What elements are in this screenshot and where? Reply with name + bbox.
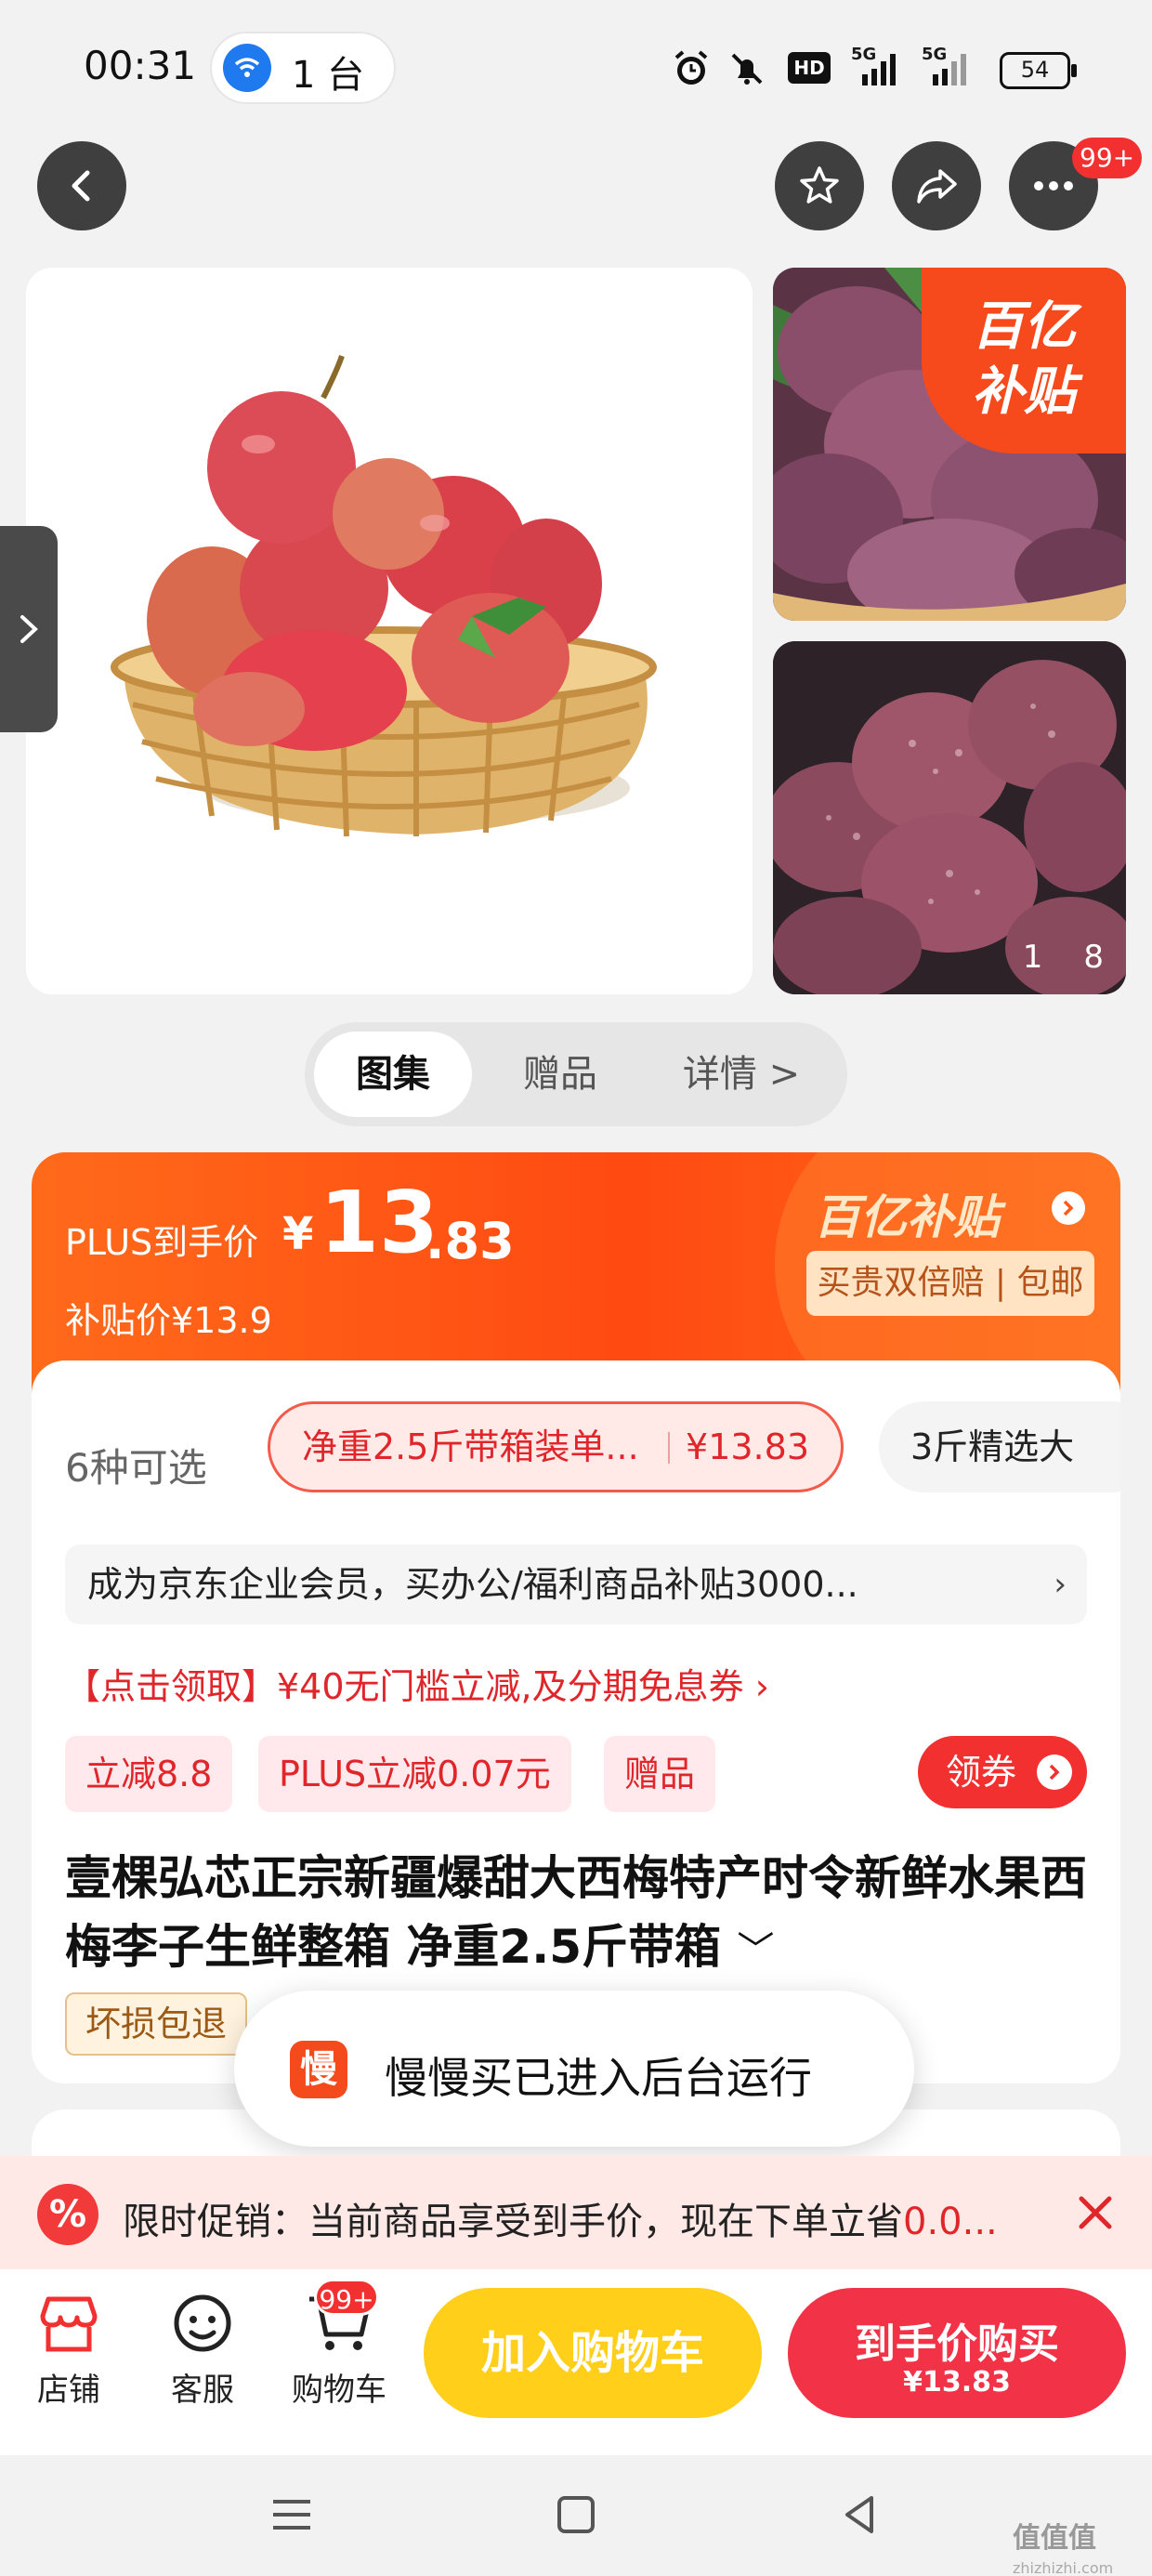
- option-count[interactable]: 6种可选: [65, 1437, 207, 1493]
- toast-message: 慢慢买已进入后台运行: [385, 2053, 812, 2103]
- price-card: PLUS到手价 ¥ 13 .83 补贴价¥13.9 百亿补贴 买贵双倍赔 | 包…: [32, 1152, 1120, 2083]
- plus-price-label: PLUS到手价: [65, 1222, 259, 1263]
- back-arrow-icon: [72, 170, 90, 202]
- coupon-claim-link[interactable]: 【点击领取】¥40无门槛立减,及分期免息券 ›: [65, 1658, 769, 1709]
- customer-service-label: 客服: [171, 2372, 234, 2409]
- price-decimal: .83: [425, 1212, 515, 1270]
- thumbnail-1[interactable]: 百亿 补贴: [773, 268, 1126, 621]
- promo-prefix: 限时促销：当前商品享受到手价，现在下单立省: [123, 2201, 903, 2243]
- gallery-tabs: 图集 赠品 详情 >: [305, 1022, 847, 1126]
- buy-now-price: ¥13.83: [903, 2366, 1011, 2399]
- back-triangle-icon[interactable]: [834, 2489, 886, 2541]
- subsidy-price: 补贴价¥13.9: [65, 1300, 272, 1341]
- shop-icon: [40, 2296, 98, 2352]
- close-icon[interactable]: [1070, 2188, 1120, 2238]
- thumbnail-2[interactable]: 18: [773, 641, 1126, 994]
- shop-label: 店铺: [37, 2372, 100, 2409]
- side-drawer-handle[interactable]: [0, 526, 58, 732]
- product-title: 壹棵弘芯正宗新疆爆甜大西梅特产时令新鲜水果西梅李子生鲜整箱 净重2.5斤带箱 ﹀: [65, 1844, 1087, 1985]
- card-body: 6种可选 净重2.5斤带箱装单... ¥13.83 3斤精选大 成为京东企业会员…: [32, 1360, 1120, 2083]
- back-button[interactable]: [37, 141, 126, 230]
- cart-count-badge: 99+: [314, 2279, 379, 2316]
- pager-current: 1: [1022, 939, 1043, 976]
- expand-title-icon[interactable]: ﹀: [737, 1929, 774, 1972]
- menu-icon[interactable]: [266, 2489, 318, 2541]
- option-chip-selected[interactable]: 净重2.5斤带箱装单... ¥13.83: [268, 1401, 844, 1492]
- add-to-cart-button[interactable]: 加入购物车: [424, 2288, 762, 2418]
- option-chip[interactable]: 3斤精选大: [879, 1401, 1120, 1492]
- price-currency: ¥: [282, 1208, 314, 1260]
- status-bar: 00:31 1 台 HD 5G 5G 54: [0, 0, 1152, 139]
- chat-face-icon: [174, 2294, 231, 2352]
- hotspot-count: 1 台: [292, 54, 365, 97]
- home-icon[interactable]: [550, 2489, 602, 2541]
- hotspot-pill[interactable]: 1 台: [212, 33, 394, 102]
- pager-total: 8: [1083, 939, 1104, 976]
- enterprise-member-row[interactable]: 成为京东企业会员，买办公/福利商品补贴3000... ›: [65, 1544, 1087, 1624]
- tab-details[interactable]: 详情 >: [648, 1032, 834, 1117]
- cart-label: 购物车: [292, 2372, 386, 2409]
- enterprise-member-text: 成为京东企业会员，买办公/福利商品补贴3000...: [87, 1564, 858, 1605]
- get-coupon-button[interactable]: 领券: [918, 1736, 1087, 1808]
- price-integer: 13: [320, 1173, 439, 1272]
- star-icon: [800, 166, 839, 204]
- more-icon: [1034, 181, 1073, 191]
- app-icon: 慢: [290, 2041, 347, 2098]
- signal-5g-label: 5G: [851, 45, 877, 64]
- subsidy-arrow-icon[interactable]: [1052, 1191, 1085, 1225]
- buy-now-label: 到手价购买: [855, 2320, 1059, 2368]
- watermark-sub: zhizhizhi.com: [1013, 2559, 1114, 2576]
- battery-icon: 54: [1000, 52, 1077, 89]
- hd-icon: HD: [788, 52, 831, 84]
- chevron-right-icon: ›: [1054, 1566, 1067, 1603]
- discount-tag: 立减8.8: [65, 1736, 233, 1812]
- subsidy-brand[interactable]: 百亿补贴: [814, 1180, 1000, 1247]
- shop-button[interactable]: 店铺: [13, 2292, 124, 2410]
- promo-text: 限时促销：当前商品享受到手价，现在下单立省0.0...: [123, 2191, 1033, 2245]
- promo-amount: 0.0...: [903, 2201, 998, 2243]
- image-pager: 18: [1023, 939, 1104, 976]
- tab-gallery[interactable]: 图集: [314, 1032, 472, 1117]
- subsidy-corner-line1: 百亿: [972, 296, 1076, 357]
- guarantee-badge: 买贵双倍赔 | 包邮: [806, 1251, 1094, 1316]
- percent-icon: %: [37, 2184, 98, 2245]
- subsidy-corner-line2: 补贴: [972, 361, 1076, 422]
- alarm-icon: [674, 50, 708, 85]
- signal-5g-label-2: 5G: [922, 45, 948, 64]
- watermark-main: 值值值: [1013, 2522, 1096, 2555]
- main-product-image[interactable]: [26, 268, 753, 994]
- chevron-right-icon: [1037, 1755, 1072, 1790]
- option-divider: [668, 1432, 670, 1464]
- favorite-button[interactable]: [775, 141, 864, 230]
- buy-now-button[interactable]: 到手价购买 ¥13.83: [788, 2288, 1126, 2418]
- mute-icon: [731, 53, 763, 85]
- battery-level: 54: [1020, 57, 1050, 83]
- product-title-text: 壹棵弘芯正宗新疆爆甜大西梅特产时令新鲜水果西梅李子生鲜整箱 净重2.5斤带箱: [65, 1851, 1087, 1974]
- system-navigation-bar: [0, 2455, 1152, 2576]
- flash-promo-bar[interactable]: % 限时促销：当前商品享受到手价，现在下单立省0.0...: [0, 2156, 1152, 2269]
- tab-gifts[interactable]: 赠品: [481, 1032, 639, 1117]
- damage-refund-tag: 坏损包退: [65, 1992, 248, 2056]
- gift-tag: 赠品: [604, 1736, 716, 1812]
- plus-discount-tag: PLUS立减0.07元: [258, 1736, 571, 1812]
- clock: 00:31: [84, 43, 197, 88]
- message-badge: 99+: [1072, 138, 1143, 178]
- share-button[interactable]: [892, 141, 981, 230]
- plum-basket-illustration: [111, 355, 657, 837]
- hotspot-icon: [223, 44, 271, 92]
- subsidy-corner-badge: 百亿 补贴: [922, 268, 1126, 453]
- site-watermark: 值值值 zhizhizhi.com: [1013, 2515, 1113, 2576]
- get-coupon-label: 领券: [946, 1752, 1017, 1793]
- customer-service-button[interactable]: 客服: [147, 2292, 258, 2410]
- background-run-toast: 慢 慢慢买已进入后台运行: [234, 1991, 914, 2147]
- share-icon: [917, 169, 957, 204]
- option-selected-price: ¥13.83: [686, 1426, 809, 1467]
- option-selected-name: 净重2.5斤带箱装单...: [302, 1426, 639, 1467]
- chevron-right-icon: [20, 615, 38, 643]
